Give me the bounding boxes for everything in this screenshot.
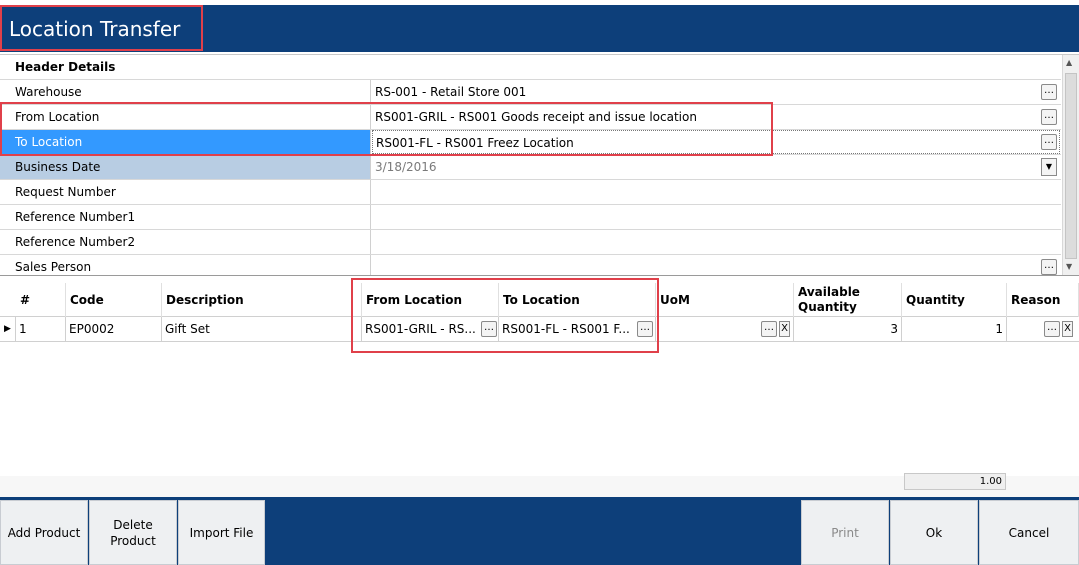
quantity-total: 1.00 <box>904 473 1006 490</box>
col-header-to-location[interactable]: To Location <box>499 283 656 317</box>
business-date-label: Business Date <box>0 155 371 179</box>
request-number-row[interactable]: Request Number <box>0 180 1061 205</box>
grid-header: # Code Description From Location To Loca… <box>0 283 1079 317</box>
to-location-value[interactable]: RS001-FL - RS001 Freez Location <box>372 130 1060 154</box>
header-details-title: Header Details <box>0 55 1061 80</box>
grid-corner <box>0 283 16 317</box>
sales-person-browse-button[interactable]: … <box>1041 259 1057 275</box>
warehouse-browse-button[interactable]: … <box>1041 84 1057 100</box>
from-location-row[interactable]: From Location RS001-GRIL - RS001 Goods r… <box>0 105 1061 130</box>
request-number-label: Request Number <box>0 180 371 204</box>
cancel-button[interactable]: Cancel <box>979 500 1079 565</box>
product-grid: # Code Description From Location To Loca… <box>0 277 1079 497</box>
footer-toolbar: Add Product Delete Product Import File P… <box>0 497 1079 565</box>
row-uom-clear-icon[interactable]: X <box>779 321 790 337</box>
col-header-num[interactable]: # <box>16 283 66 317</box>
cell-code[interactable]: EP0002 <box>66 317 162 342</box>
col-header-from-location[interactable]: From Location <box>362 283 499 317</box>
warehouse-row[interactable]: Warehouse RS-001 - Retail Store 001 … <box>0 80 1061 105</box>
row-reason-clear-icon[interactable]: X <box>1062 321 1073 337</box>
cell-description[interactable]: Gift Set <box>162 317 362 342</box>
header-scrollbar[interactable]: ▲ ▼ <box>1062 55 1079 275</box>
to-location-label: To Location <box>0 130 371 154</box>
to-location-browse-button[interactable]: … <box>1041 134 1057 150</box>
sales-person-row[interactable]: Sales Person … <box>0 255 1061 275</box>
from-location-value[interactable]: RS001-GRIL - RS001 Goods receipt and iss… <box>372 105 1060 129</box>
col-header-available-quantity[interactable]: Available Quantity <box>794 283 902 317</box>
col-header-description[interactable]: Description <box>162 283 362 317</box>
sales-person-label: Sales Person <box>0 255 371 275</box>
col-header-reason[interactable]: Reason <box>1007 283 1079 317</box>
ok-button[interactable]: Ok <box>890 500 978 565</box>
cell-from-location-text: RS001-GRIL - RS... <box>365 322 476 336</box>
reference-number2-row[interactable]: Reference Number2 <box>0 230 1061 255</box>
warehouse-label: Warehouse <box>0 80 371 104</box>
from-location-label: From Location <box>0 105 371 129</box>
col-header-quantity[interactable]: Quantity <box>902 283 1007 317</box>
header-details-grid: Header Details Warehouse RS-001 - Retail… <box>0 54 1079 276</box>
cell-num[interactable]: 1 <box>16 317 66 342</box>
row-from-location-browse-button[interactable]: … <box>481 321 497 337</box>
scroll-up-icon[interactable]: ▲ <box>1066 58 1072 67</box>
reference-number1-row[interactable]: Reference Number1 <box>0 205 1061 230</box>
from-location-browse-button[interactable]: … <box>1041 109 1057 125</box>
row-uom-browse-button[interactable]: … <box>761 321 777 337</box>
reference-number1-label: Reference Number1 <box>0 205 371 229</box>
import-file-button[interactable]: Import File <box>178 500 265 565</box>
sales-person-value[interactable] <box>372 255 1060 275</box>
reference-number2-value[interactable] <box>372 230 1060 254</box>
cell-available-quantity: 3 <box>794 317 902 342</box>
cell-to-location-text: RS001-FL - RS001 F... <box>502 322 630 336</box>
row-indicator-icon: ▶ <box>0 317 16 342</box>
row-reason-browse-button[interactable]: … <box>1044 321 1060 337</box>
business-date-dropdown-icon[interactable]: ▼ <box>1041 158 1057 176</box>
scroll-down-icon[interactable]: ▼ <box>1066 262 1072 271</box>
business-date-value[interactable]: 3/18/2016 <box>372 155 1060 179</box>
table-row[interactable]: ▶ 1 EP0002 Gift Set RS001-GRIL - RS... …… <box>0 317 1079 342</box>
scrollbar-thumb[interactable] <box>1065 73 1077 259</box>
warehouse-value[interactable]: RS-001 - Retail Store 001 <box>372 80 1060 104</box>
cell-quantity[interactable]: 1 <box>902 317 1007 342</box>
reference-number1-value[interactable] <box>372 205 1060 229</box>
title-bar: Location Transfer <box>0 0 1079 52</box>
col-header-uom[interactable]: UoM <box>656 283 794 317</box>
window-title: Location Transfer <box>9 17 181 41</box>
cell-to-location[interactable]: RS001-FL - RS001 F... <box>499 317 656 342</box>
to-location-row[interactable]: To Location RS001-FL - RS001 Freez Locat… <box>0 130 1061 155</box>
request-number-value[interactable] <box>372 180 1060 204</box>
print-button[interactable]: Print <box>801 500 889 565</box>
cell-from-location[interactable]: RS001-GRIL - RS... <box>362 317 499 342</box>
delete-product-button[interactable]: Delete Product <box>89 500 177 565</box>
col-header-code[interactable]: Code <box>66 283 162 317</box>
add-product-button[interactable]: Add Product <box>0 500 88 565</box>
business-date-row[interactable]: Business Date 3/18/2016 ▼ <box>0 155 1061 180</box>
reference-number2-label: Reference Number2 <box>0 230 371 254</box>
row-to-location-browse-button[interactable]: … <box>637 321 653 337</box>
